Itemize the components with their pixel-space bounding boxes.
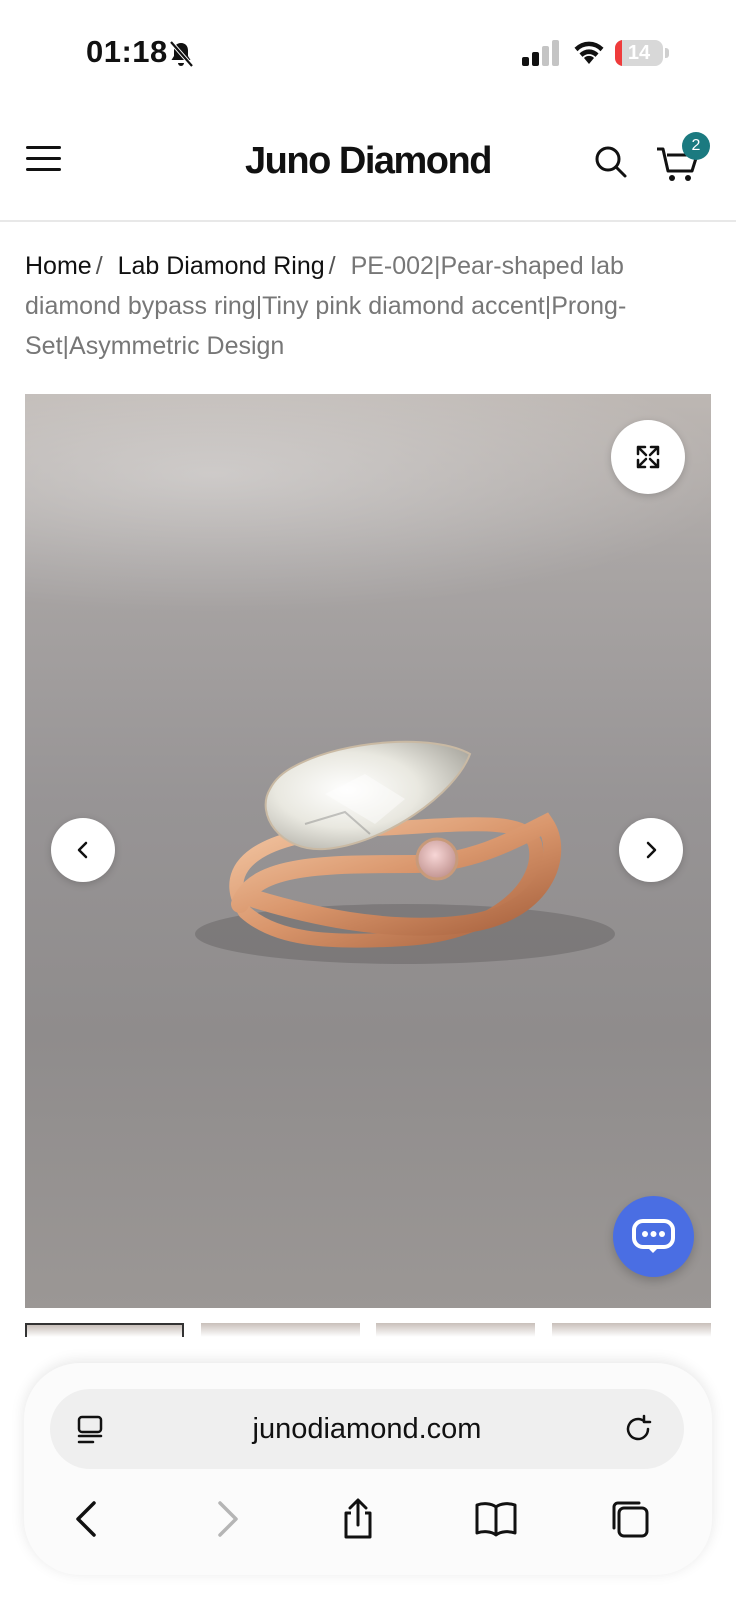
- site-header: Juno Diamond: [0, 100, 736, 222]
- breadcrumb-category[interactable]: Lab Diamond Ring: [118, 252, 325, 280]
- browser-toolbar: junodiamond.com: [24, 1363, 712, 1575]
- forward-icon[interactable]: [204, 1497, 248, 1541]
- url-text: junodiamond.com: [252, 1413, 482, 1445]
- product-image[interactable]: [25, 394, 711, 1308]
- share-icon[interactable]: [336, 1497, 380, 1541]
- battery-level: 14: [627, 42, 651, 64]
- bell-slash-icon: [169, 40, 194, 68]
- ring-photo: [195, 740, 615, 964]
- back-icon[interactable]: [66, 1497, 110, 1541]
- chevron-right-icon: [646, 841, 657, 859]
- cellular-signal-icon: [522, 40, 559, 66]
- chevron-left-icon: [77, 841, 88, 859]
- status-time: 01:18: [86, 34, 168, 69]
- breadcrumb-home[interactable]: Home: [25, 252, 92, 280]
- search-icon[interactable]: [594, 145, 628, 179]
- expand-icon: [636, 445, 660, 469]
- status-bar: 01:18 14: [0, 0, 736, 100]
- breadcrumb-separator: /: [95, 252, 103, 280]
- tabs-icon[interactable]: [608, 1497, 652, 1541]
- chat-icon: [632, 1219, 675, 1253]
- breadcrumb-separator: /: [328, 252, 336, 280]
- battery-icon: 14: [615, 40, 669, 66]
- cart-count-badge[interactable]: 2: [682, 132, 710, 160]
- breadcrumb-current: PE-002|Pear-shaped lab diamond bypass ri…: [25, 252, 627, 360]
- address-bar[interactable]: junodiamond.com: [50, 1389, 684, 1469]
- breadcrumb: Home / Lab Diamond Ring / PE-002|Pear-shap…: [25, 246, 705, 366]
- wifi-icon: [574, 41, 604, 64]
- thumbnail[interactable]: [376, 1323, 535, 1337]
- next-image-button[interactable]: [619, 818, 683, 882]
- bookmarks-icon[interactable]: [474, 1497, 518, 1541]
- reload-icon[interactable]: [622, 1413, 654, 1445]
- thumbnail[interactable]: [201, 1323, 360, 1337]
- thumbnail-strip: [25, 1323, 711, 1337]
- expand-button[interactable]: [611, 420, 685, 494]
- thumbnail[interactable]: [25, 1323, 184, 1337]
- chat-button[interactable]: [613, 1196, 694, 1277]
- thumbnail[interactable]: [552, 1323, 711, 1337]
- prev-image-button[interactable]: [51, 818, 115, 882]
